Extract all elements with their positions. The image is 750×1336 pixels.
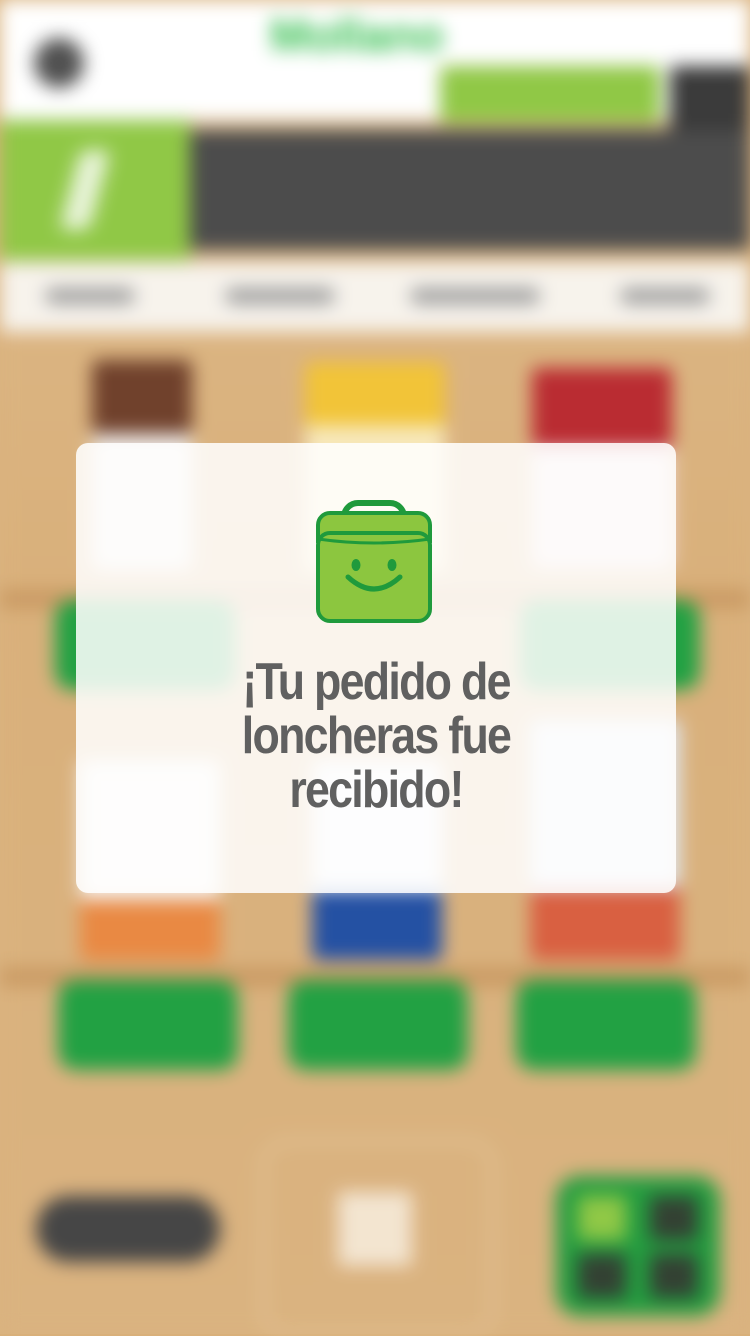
modal-title: ¡Tu pedido de loncheras fue recibido!: [241, 653, 512, 819]
order-confirmation-modal: ¡Tu pedido de loncheras fue recibido!: [76, 443, 676, 893]
smiling-shopping-bag-icon: [316, 500, 432, 623]
